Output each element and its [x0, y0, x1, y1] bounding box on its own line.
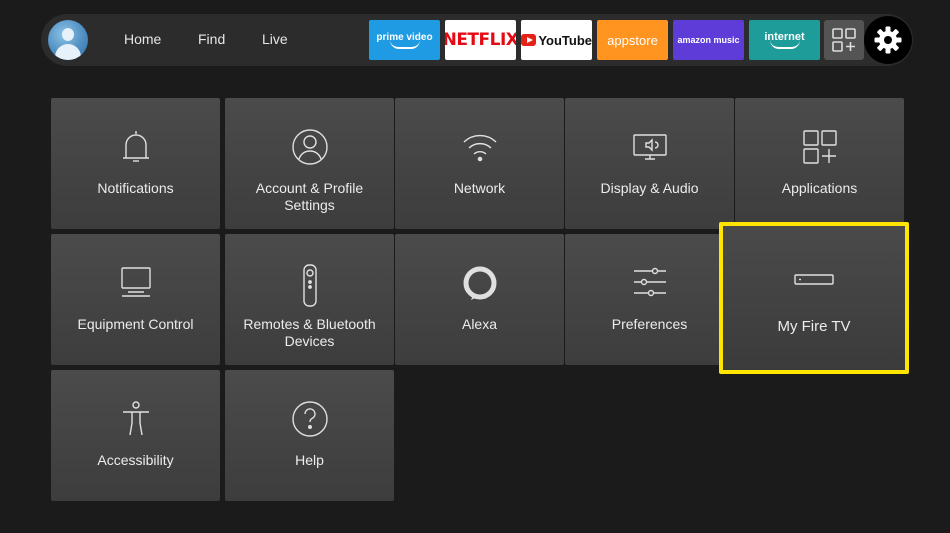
youtube-play-icon [521, 34, 537, 46]
app-youtube[interactable]: YouTube [521, 20, 592, 60]
bell-icon [51, 128, 220, 166]
app-appstore[interactable]: appstore [597, 20, 668, 60]
tile-display-audio[interactable]: Display & Audio [565, 98, 734, 229]
app-internet[interactable]: internet [749, 20, 820, 60]
tile-equipment-control[interactable]: Equipment Control [51, 234, 220, 365]
tile-label: My Fire TV [777, 318, 851, 335]
tile-my-fire-tv[interactable]: My Fire TV [719, 222, 909, 374]
sliders-icon [565, 264, 734, 302]
app-amazon-music[interactable]: amazon music [673, 20, 744, 60]
top-navigation-bar: Home Find Live prime video NETFLIX YouTu… [41, 14, 913, 66]
tile-alexa[interactable]: Alexa [395, 234, 564, 365]
tile-label: Display & Audio [600, 180, 699, 196]
tile-network[interactable]: Network [395, 98, 564, 229]
tile-preferences[interactable]: Preferences [565, 234, 734, 365]
app-label: appstore [607, 32, 658, 48]
tile-notifications[interactable]: Notifications [51, 98, 220, 229]
apps-grid-icon [735, 128, 904, 166]
tile-label: Applications [781, 180, 858, 196]
tile-accessibility[interactable]: Accessibility [51, 370, 220, 501]
app-label: NETFLIX [445, 30, 516, 50]
nav-live[interactable]: Live [262, 31, 288, 47]
fire-tv-stick-icon [723, 262, 905, 300]
tile-label: Preferences [611, 316, 688, 332]
gear-icon[interactable] [864, 16, 912, 64]
tile-label: Remotes & Bluetooth Devices [243, 316, 376, 349]
wifi-icon [395, 128, 564, 166]
app-label: amazon music [677, 35, 740, 45]
accessibility-icon [51, 400, 220, 438]
nav-home[interactable]: Home [124, 31, 161, 47]
tile-label: Help [295, 452, 324, 468]
tile-label: Equipment Control [77, 316, 194, 332]
tile-label: Network [453, 180, 506, 196]
tile-label: Accessibility [97, 452, 174, 468]
alexa-ring-icon [395, 264, 564, 302]
app-netflix[interactable]: NETFLIX [445, 20, 516, 60]
tile-remotes-bluetooth-devices[interactable]: Remotes & Bluetooth Devices [225, 234, 394, 365]
profile-avatar-icon[interactable] [48, 20, 88, 60]
grid-plus-icon[interactable] [824, 20, 864, 60]
tile-label: Alexa [461, 316, 498, 332]
nav-find[interactable]: Find [198, 31, 225, 47]
tile-label: Account & Profile Settings [255, 180, 364, 213]
app-label: YouTube [538, 32, 592, 48]
monitor-icon [565, 128, 734, 166]
tile-account-profile-settings[interactable]: Account & Profile Settings [225, 98, 394, 229]
app-prime-video[interactable]: prime video [369, 20, 440, 60]
tv-icon [51, 264, 220, 302]
help-icon [225, 400, 394, 438]
tile-label: Notifications [97, 180, 174, 196]
remote-icon [225, 264, 394, 307]
tile-applications[interactable]: Applications [735, 98, 904, 229]
user-icon [225, 128, 394, 166]
tile-help[interactable]: Help [225, 370, 394, 501]
